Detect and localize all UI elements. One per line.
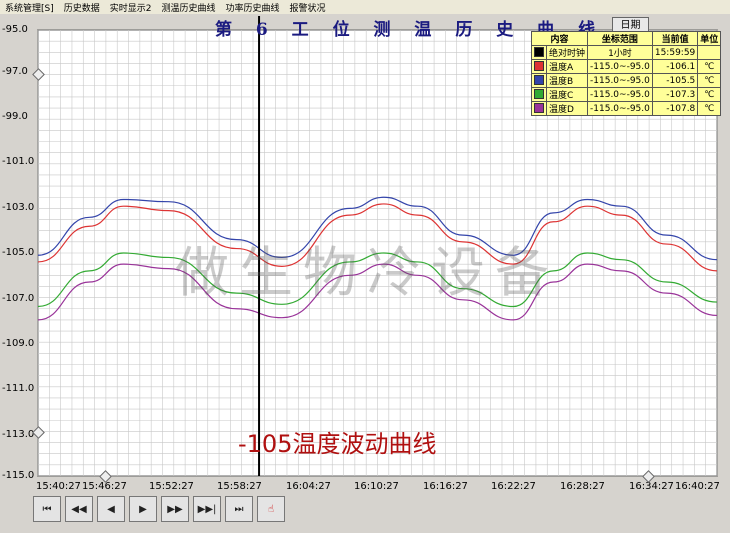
y-tick-label: -115.0 (2, 470, 35, 481)
color-swatch (534, 89, 544, 100)
color-swatch (534, 75, 544, 86)
legend-current: -107.8 (651, 101, 699, 116)
playback-controls: ⏮ ◀◀ ◀ ▶ ▶▶ ▶▶| ⏭ ☝ (33, 496, 285, 522)
legend-name: 绝对时钟 (545, 45, 589, 60)
play-button[interactable]: ▶ (129, 496, 157, 522)
x-tick-label: 15:40:27 (36, 481, 81, 492)
x-tick-label: 15:58:27 (217, 481, 262, 492)
next-button[interactable]: ▶▶ (161, 496, 189, 522)
legend-row-temp-a[interactable]: 温度A -115.0~-95.0 -106.1 ℃ (531, 59, 722, 74)
legend-unit: ℃ (697, 73, 722, 88)
color-swatch (534, 103, 544, 114)
legend-swatch-cell (531, 45, 547, 60)
x-tick-label: 15:52:27 (149, 481, 194, 492)
play-icon: ▶ (139, 503, 147, 515)
legend-header-current: 当前值 (651, 31, 699, 46)
legend-swatch-cell (531, 101, 547, 116)
legend-unit: ℃ (697, 87, 722, 102)
x-tick-label: 16:10:27 (354, 481, 399, 492)
pointer-icon: ☝ (267, 503, 275, 515)
y-tick-label: -101.0 (2, 156, 35, 167)
x-tick-label: 16:40:27 (675, 481, 720, 492)
watermark-text: 做生物冷设备 (175, 241, 559, 304)
last-icon: ⏭ (234, 503, 244, 515)
legend-table: 内容 坐标范围 当前值 单位 绝对时钟 1小时 15:59:59 温度A -11… (530, 31, 722, 116)
y-tick-label: -99.0 (2, 111, 28, 122)
color-swatch (534, 47, 544, 58)
color-swatch (534, 61, 544, 72)
legend-name: 温度D (545, 101, 589, 116)
legend-name: 温度B (545, 73, 589, 88)
legend-header-unit: 单位 (697, 31, 722, 46)
legend-swatch-cell (531, 73, 547, 88)
y-tick-label: -105.0 (2, 247, 35, 258)
legend-current: -106.1 (651, 59, 699, 74)
legend-range: -115.0~-95.0 (587, 87, 653, 102)
x-tick-label: 16:28:27 (560, 481, 605, 492)
y-tick-label: -113.0 (2, 429, 35, 440)
x-tick-label: 16:22:27 (491, 481, 536, 492)
last-button[interactable]: ⏭ (225, 496, 253, 522)
legend-row-clock[interactable]: 绝对时钟 1小时 15:59:59 (531, 45, 722, 60)
legend-current: -107.3 (651, 87, 699, 102)
legend-name: 温度A (545, 59, 589, 74)
legend-row-temp-b[interactable]: 温度B -115.0~-95.0 -105.5 ℃ (531, 73, 722, 88)
y-tick-label: -103.0 (2, 202, 35, 213)
legend-unit: ℃ (697, 59, 722, 74)
legend-unit: ℃ (697, 101, 722, 116)
legend-swatch-cell (531, 59, 547, 74)
y-tick-label: -95.0 (2, 24, 28, 35)
legend-header-range: 坐标范围 (587, 31, 653, 46)
prev-page-icon: ◀◀ (71, 503, 87, 515)
legend-header-content: 内容 (530, 31, 589, 46)
first-icon: ⏮ (42, 503, 52, 515)
next-page-button[interactable]: ▶▶| (193, 496, 221, 522)
first-button[interactable]: ⏮ (33, 496, 61, 522)
prev-button[interactable]: ◀ (97, 496, 125, 522)
next-icon: ▶▶ (167, 503, 183, 515)
legend-range: 1小时 (587, 45, 653, 60)
legend-current: 15:59:59 (651, 45, 699, 60)
chart-caption: -105温度波动曲线 (238, 430, 437, 458)
y-tick-label: -107.0 (2, 293, 35, 304)
y-tick-label: -97.0 (2, 66, 28, 77)
next-page-icon: ▶▶| (197, 503, 217, 515)
x-tick-label: 16:16:27 (423, 481, 468, 492)
legend-range: -115.0~-95.0 (587, 73, 653, 88)
x-tick-label: 16:34:27 (629, 481, 674, 492)
legend-swatch-cell (531, 87, 547, 102)
legend-row-temp-d[interactable]: 温度D -115.0~-95.0 -107.8 ℃ (531, 101, 722, 116)
legend-name: 温度C (545, 87, 589, 102)
pointer-button[interactable]: ☝ (257, 496, 285, 522)
legend-unit (697, 45, 722, 60)
prev-page-button[interactable]: ◀◀ (65, 496, 93, 522)
x-tick-label: 16:04:27 (286, 481, 331, 492)
legend-range: -115.0~-95.0 (587, 59, 653, 74)
y-tick-label: -111.0 (2, 383, 35, 394)
y-tick-label: -109.0 (2, 338, 35, 349)
prev-icon: ◀ (107, 503, 115, 515)
legend-range: -115.0~-95.0 (587, 101, 653, 116)
legend-current: -105.5 (651, 73, 699, 88)
legend-row-temp-c[interactable]: 温度C -115.0~-95.0 -107.3 ℃ (531, 87, 722, 102)
